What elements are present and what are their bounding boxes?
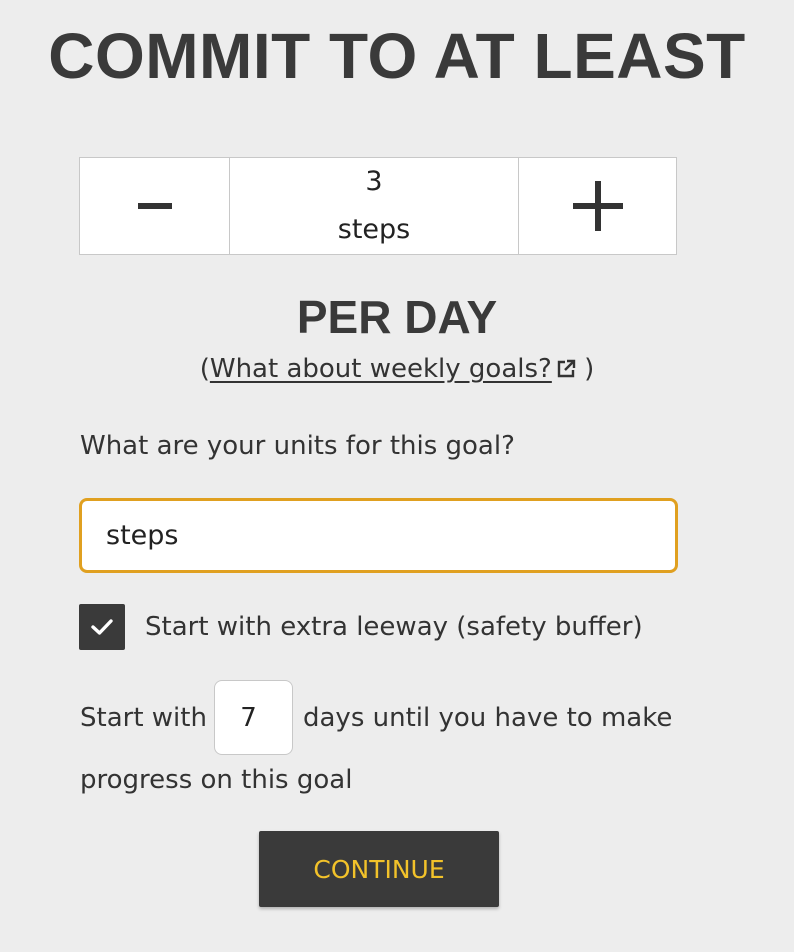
weekly-goals-link[interactable]: What about weekly goals? [210, 354, 576, 384]
buffer-days-prefix: Start with [80, 703, 207, 733]
goal-rate-stepper: 3 steps [79, 157, 677, 255]
units-label: What are your units for this goal? [80, 431, 515, 461]
units-input[interactable] [79, 498, 678, 573]
weekly-goals-link-text: What about weekly goals? [209, 354, 552, 384]
rate-display: 3 steps [230, 158, 519, 254]
external-link-icon [557, 359, 576, 378]
weekly-paren-open: ( [199, 354, 210, 384]
weekly-paren-close: ) [584, 354, 595, 384]
minus-icon [137, 203, 172, 209]
rate-value: 3 [365, 166, 383, 197]
leeway-checkbox[interactable] [79, 604, 125, 650]
page-title: COMMIT TO AT LEAST [48, 20, 746, 92]
continue-button[interactable]: CONTINUE [259, 831, 499, 907]
checkmark-icon [91, 619, 113, 635]
weekly-goals-note: (What about weekly goals? ) [0, 352, 794, 386]
buffer-days-input[interactable] [214, 680, 293, 755]
leeway-label: Start with extra leeway (safety buffer) [145, 612, 643, 642]
decrement-button[interactable] [80, 158, 230, 254]
buffer-days-suffix: days until you have to make [303, 703, 673, 733]
increment-button[interactable] [519, 158, 676, 254]
buffer-days-suffix-line2: progress on this goal [80, 765, 353, 795]
period-label: PER DAY [296, 291, 498, 343]
plus-icon [572, 181, 623, 231]
rate-unit: steps [337, 214, 411, 245]
